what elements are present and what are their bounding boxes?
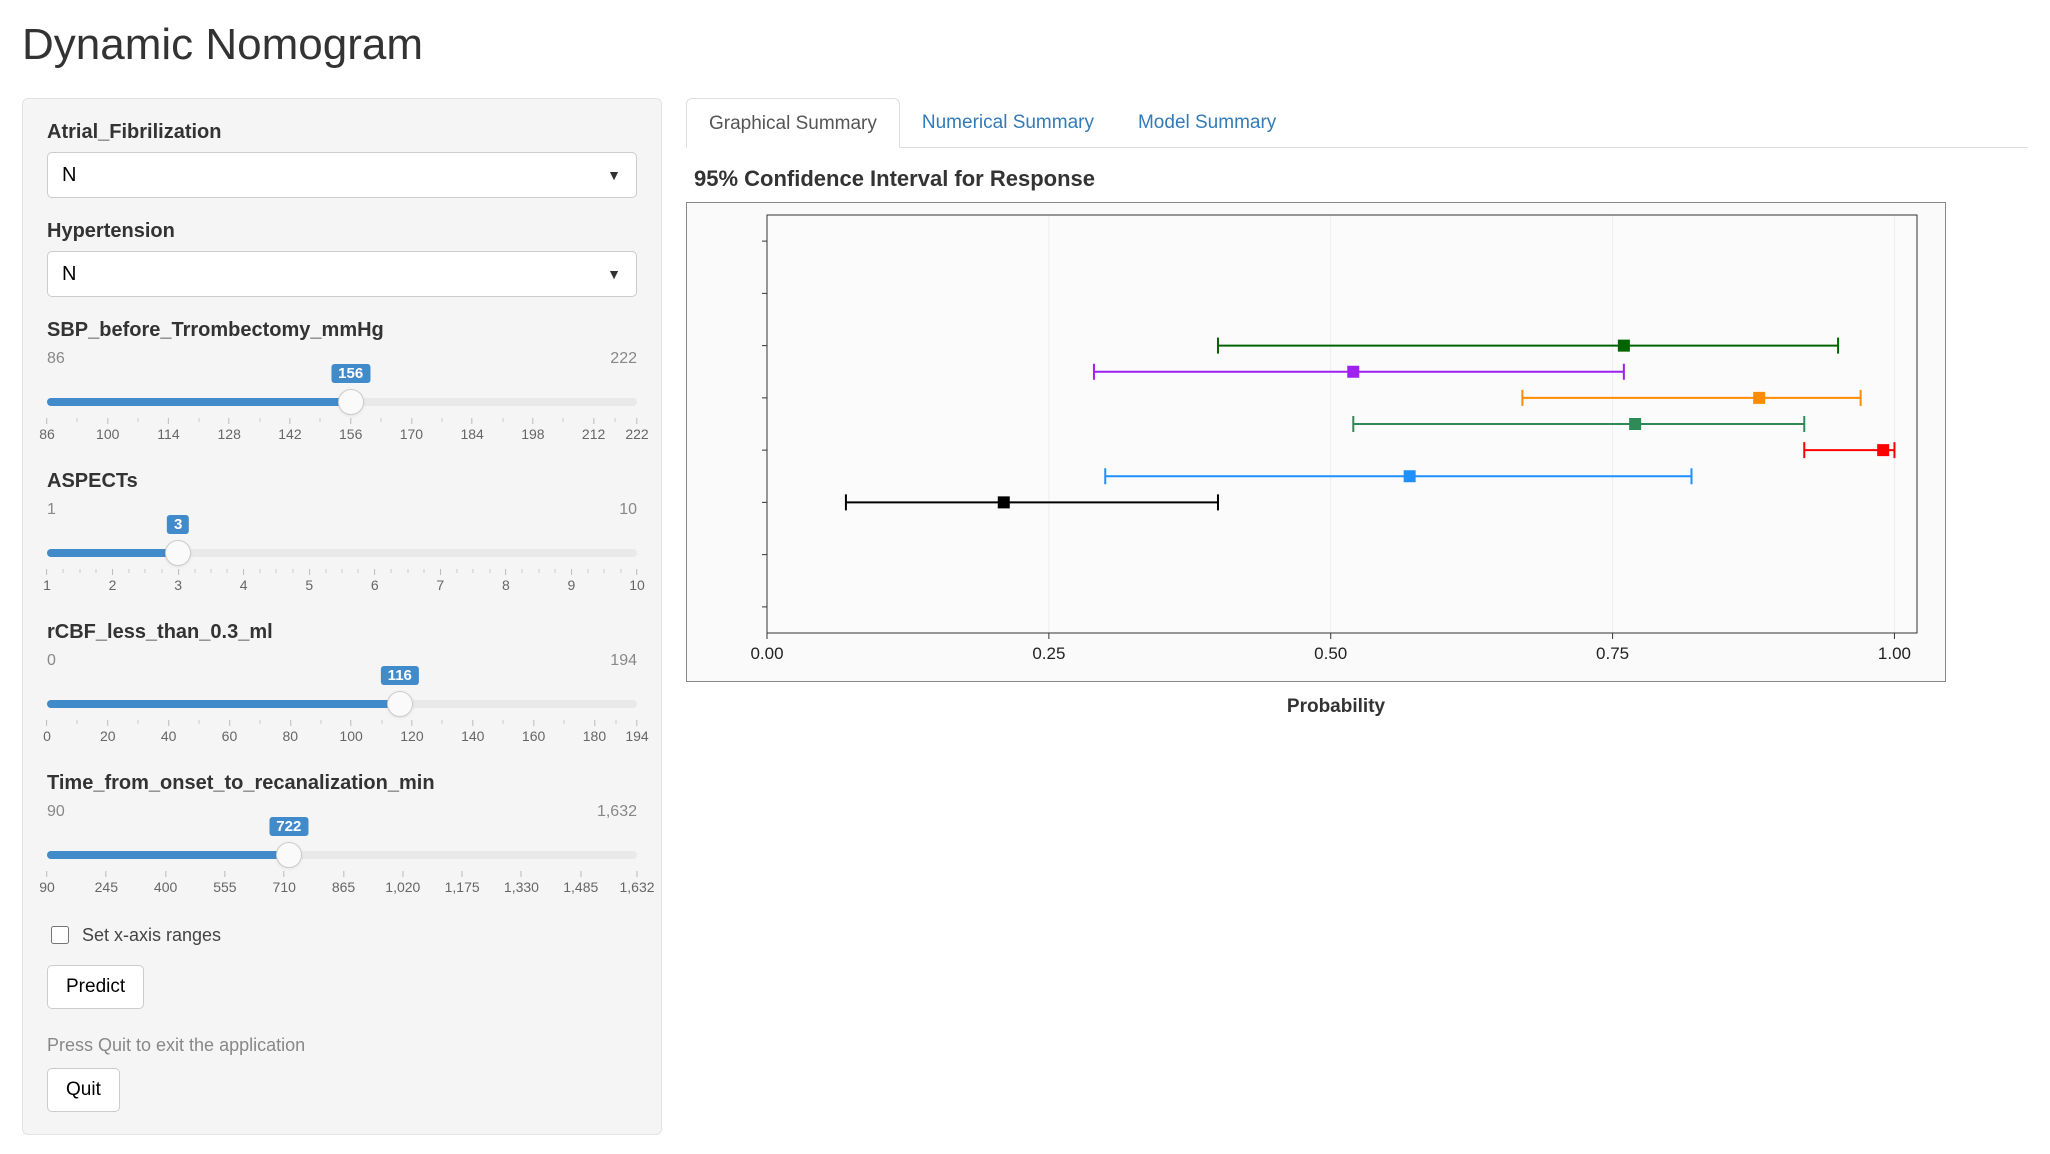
ci-chart: 0.00 0.25 0.50 0.75 1.00 <box>686 202 1946 682</box>
slider-handle[interactable] <box>338 389 364 415</box>
slider-tick: 100 <box>96 418 119 442</box>
slider-handle[interactable] <box>387 691 413 717</box>
slider-tick: 1,020 <box>385 871 420 895</box>
svg-text:0.25: 0.25 <box>1032 644 1065 663</box>
svg-text:1.00: 1.00 <box>1878 644 1911 663</box>
slider-tick: 86 <box>39 418 55 442</box>
slider-tick: 5 <box>305 569 313 593</box>
quit-help-text: Press Quit to exit the application <box>47 1035 637 1056</box>
slider-tick: 140 <box>461 720 484 744</box>
svg-text:0.50: 0.50 <box>1314 644 1347 663</box>
slider-tick: 60 <box>222 720 238 744</box>
slider-tick: 20 <box>100 720 116 744</box>
slider-tick: 90 <box>39 871 55 895</box>
slider-tick: 170 <box>400 418 423 442</box>
slider-tick: 120 <box>400 720 423 744</box>
slider-value-bubble: 156 <box>331 364 370 383</box>
predict-button[interactable]: Predict <box>47 965 144 1009</box>
htn-select[interactable]: N <box>47 251 637 297</box>
slider-label-onset: Time_from_onset_to_recanalization_min <box>47 772 637 795</box>
tab-model-summary[interactable]: Model Summary <box>1116 98 1298 147</box>
slider-tick: 212 <box>582 418 605 442</box>
slider-tick: 194 <box>625 720 648 744</box>
slider-rcbf[interactable]: rCBF_less_than_0.3_ml0194116020406080100… <box>47 621 637 748</box>
slider-tick: 1 <box>43 569 51 593</box>
slider-value-bubble: 722 <box>269 817 308 836</box>
slider-tick: 8 <box>502 569 510 593</box>
slider-min: 90 <box>47 803 65 821</box>
slider-tick: 1,485 <box>563 871 598 895</box>
slider-label-aspects: ASPECTs <box>47 470 637 493</box>
slider-tick: 198 <box>521 418 544 442</box>
slider-tick: 156 <box>339 418 362 442</box>
slider-tick: 710 <box>273 871 296 895</box>
xaxis-checkbox-label: Set x-axis ranges <box>82 925 221 946</box>
chart-title: 95% Confidence Interval for Response <box>694 166 2028 192</box>
htn-label: Hypertension <box>47 220 637 243</box>
slider-tick: 0 <box>43 720 51 744</box>
slider-tick: 1,632 <box>619 871 654 895</box>
af-label: Atrial_Fibrilization <box>47 121 637 144</box>
quit-button[interactable]: Quit <box>47 1068 120 1112</box>
slider-handle[interactable] <box>276 842 302 868</box>
slider-tick: 184 <box>460 418 483 442</box>
slider-tick: 10 <box>629 569 645 593</box>
tab-graphical-summary[interactable]: Graphical Summary <box>686 98 900 148</box>
slider-tick: 1,175 <box>445 871 480 895</box>
slider-tick: 865 <box>332 871 355 895</box>
slider-tick: 3 <box>174 569 182 593</box>
svg-text:0.00: 0.00 <box>750 644 783 663</box>
tab-numerical-summary[interactable]: Numerical Summary <box>900 98 1116 147</box>
slider-value-bubble: 3 <box>167 515 189 534</box>
slider-tick: 40 <box>161 720 177 744</box>
slider-tick: 180 <box>583 720 606 744</box>
slider-max: 1,632 <box>597 803 637 821</box>
slider-tick: 114 <box>157 418 179 442</box>
tabs-bar: Graphical SummaryNumerical SummaryModel … <box>686 98 2028 148</box>
slider-tick: 400 <box>154 871 177 895</box>
slider-handle[interactable] <box>165 540 191 566</box>
slider-tick: 6 <box>371 569 379 593</box>
slider-value-bubble: 116 <box>381 666 419 685</box>
svg-text:0.75: 0.75 <box>1596 644 1629 663</box>
slider-min: 0 <box>47 652 56 670</box>
slider-tick: 160 <box>522 720 545 744</box>
slider-tick: 555 <box>213 871 236 895</box>
slider-tick: 128 <box>218 418 241 442</box>
page-title: Dynamic Nomogram <box>22 20 2028 70</box>
slider-tick: 142 <box>278 418 301 442</box>
slider-max: 222 <box>610 350 637 368</box>
slider-tick: 7 <box>436 569 444 593</box>
slider-max: 194 <box>610 652 637 670</box>
slider-min: 1 <box>47 501 56 519</box>
slider-onset[interactable]: Time_from_onset_to_recanalization_min 90 1… <box>47 772 637 899</box>
slider-tick: 9 <box>568 569 576 593</box>
af-select[interactable]: N <box>47 152 637 198</box>
slider-aspects[interactable]: ASPECTs110312345678910 <box>47 470 637 597</box>
slider-min: 86 <box>47 350 65 368</box>
slider-max: 10 <box>619 501 637 519</box>
sidebar-panel: Atrial_Fibrilization N ▼ Hypertension N … <box>22 98 662 1135</box>
xaxis-checkbox[interactable] <box>51 926 69 944</box>
chart-area: 0.00 0.25 0.50 0.75 1.00 Probability <box>686 202 1986 718</box>
slider-tick: 222 <box>625 418 648 442</box>
slider-tick: 245 <box>95 871 118 895</box>
slider-label-sbp: SBP_before_Trrombectomy_mmHg <box>47 319 637 342</box>
slider-tick: 2 <box>109 569 117 593</box>
slider-tick: 80 <box>283 720 299 744</box>
slider-tick: 1,330 <box>504 871 539 895</box>
slider-sbp[interactable]: SBP_before_Trrombectomy_mmHg862221568610… <box>47 319 637 446</box>
slider-tick: 100 <box>339 720 362 744</box>
slider-tick: 4 <box>240 569 248 593</box>
slider-label-rcbf: rCBF_less_than_0.3_ml <box>47 621 637 644</box>
chart-xlabel: Probability <box>686 696 1986 718</box>
